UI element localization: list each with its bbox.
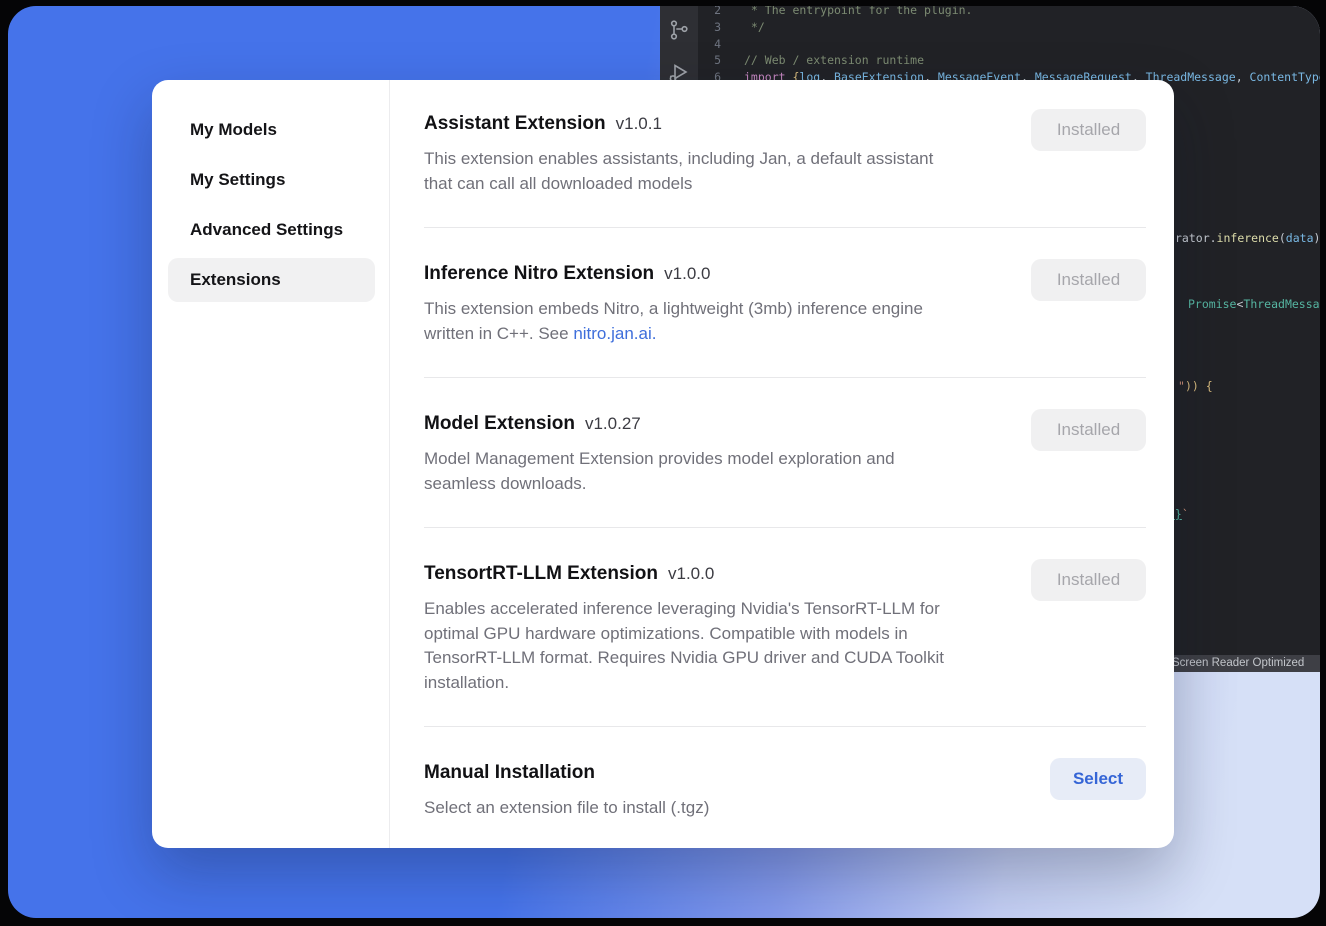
sidebar-item-advanced-settings[interactable]: Advanced Settings xyxy=(168,208,375,252)
manual-installation-title: Manual Installation xyxy=(424,760,595,786)
extension-version: v1.0.0 xyxy=(664,264,710,284)
nitro-jan-ai-link[interactable]: nitro.jan.ai. xyxy=(573,324,656,343)
extension-version: v1.0.1 xyxy=(616,114,662,134)
settings-sidebar: My Models My Settings Advanced Settings … xyxy=(152,80,390,848)
page-background: 2 * The entrypoint for the plugin.3 */45… xyxy=(8,6,1320,918)
settings-dialog: My Models My Settings Advanced Settings … xyxy=(152,80,1174,848)
sidebar-item-extensions[interactable]: Extensions xyxy=(168,258,375,302)
source-control-icon[interactable] xyxy=(667,18,691,42)
installed-button[interactable]: Installed xyxy=(1031,109,1146,151)
code-lines: 2 * The entrypoint for the plugin.3 */45… xyxy=(698,6,1320,86)
extensions-panel: Assistant Extension v1.0.1 This extensio… xyxy=(390,80,1174,848)
extension-version: v1.0.0 xyxy=(668,564,714,584)
extension-version: v1.0.27 xyxy=(585,414,641,434)
extension-row-inference-nitro: Inference Nitro Extension v1.0.0 This ex… xyxy=(424,228,1146,378)
extension-title: TensortRT-LLM Extension xyxy=(424,561,658,587)
extension-title: Assistant Extension xyxy=(424,111,606,137)
screen-reader-status[interactable]: Screen Reader Optimized xyxy=(1162,655,1320,672)
extension-description: Model Management Extension provides mode… xyxy=(424,447,895,496)
select-file-button[interactable]: Select xyxy=(1050,758,1146,800)
extension-row-tensorrt-llm: TensortRT-LLM Extension v1.0.0 Enables a… xyxy=(424,528,1146,727)
manual-installation-description: Select an extension file to install (.tg… xyxy=(424,796,709,821)
manual-installation-row: Manual Installation Select an extension … xyxy=(424,727,1146,848)
extension-title: Inference Nitro Extension xyxy=(424,261,654,287)
extension-row-model: Model Extension v1.0.27 Model Management… xyxy=(424,378,1146,528)
code-fragment: Promise<ThreadMessage> xyxy=(1188,297,1320,311)
sidebar-item-my-settings[interactable]: My Settings xyxy=(168,158,375,202)
installed-button[interactable]: Installed xyxy=(1031,409,1146,451)
extension-title: Model Extension xyxy=(424,411,575,437)
code-fragment: rator.inference(data)); xyxy=(1175,231,1320,245)
extension-row-assistant: Assistant Extension v1.0.1 This extensio… xyxy=(424,80,1146,228)
extension-description: This extension enables assistants, inclu… xyxy=(424,147,933,196)
extension-description: Enables accelerated inference leveraging… xyxy=(424,597,944,695)
extension-description: This extension embeds Nitro, a lightweig… xyxy=(424,297,923,346)
sidebar-item-my-models[interactable]: My Models xyxy=(168,108,375,152)
installed-button[interactable]: Installed xyxy=(1031,259,1146,301)
installed-button[interactable]: Installed xyxy=(1031,559,1146,601)
code-fragment: ")) { xyxy=(1178,379,1213,393)
extension-description-text: This extension embeds Nitro, a lightweig… xyxy=(424,299,923,343)
